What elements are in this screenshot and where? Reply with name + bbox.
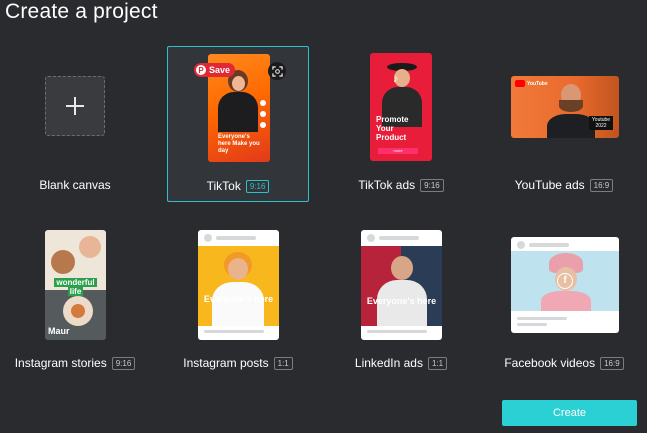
youtube-play-icon — [515, 80, 525, 87]
pinterest-icon: P — [196, 65, 206, 75]
tiktok-ads-thumbnail: ♪ Promote Your Product more — [370, 53, 432, 161]
thumbnail-overlay-text: Everyone's here — [203, 294, 274, 304]
aspect-ratio-badge: 16:9 — [589, 179, 614, 192]
template-tiktok-ads[interactable]: ♪ Promote Your Product more TikTok ads 9:… — [330, 47, 472, 203]
page-title: Create a project — [5, 0, 158, 23]
template-instagram-posts[interactable]: Everyone's here Instagram posts 1:1 — [167, 225, 309, 381]
video-tag: Youtube 2022 — [589, 116, 613, 130]
template-label: Facebook videos — [504, 356, 596, 370]
template-label: Instagram posts — [183, 356, 269, 370]
scan-icon — [271, 65, 283, 77]
template-label: YouTube ads — [514, 178, 585, 192]
visual-search-button[interactable] — [268, 62, 286, 80]
instagram-posts-thumbnail: Everyone's here — [198, 230, 279, 340]
aspect-ratio-badge: 9:16 — [245, 180, 270, 193]
thumbnail-overlay-text: Everyone's here — [366, 296, 437, 306]
template-label: Blank canvas — [39, 178, 111, 192]
blank-canvas-thumbnail[interactable] — [45, 76, 105, 136]
template-linkedin-ads[interactable]: Everyone's here LinkedIn ads 1:1 — [330, 225, 472, 381]
template-youtube-ads[interactable]: YouTube Youtube 2022 YouTube ads 16:9 — [493, 47, 635, 203]
template-tiktok[interactable]: Everyone's here Make you day P Save TikT… — [167, 46, 309, 202]
aspect-ratio-badge: 9:16 — [111, 357, 136, 370]
template-label: Instagram stories — [14, 356, 107, 370]
template-label: TikTok ads — [358, 178, 416, 192]
create-button[interactable]: Create — [502, 400, 637, 426]
thumbnail-overlay-text: wonderful life — [54, 278, 97, 297]
plus-icon — [66, 97, 84, 115]
aspect-ratio-badge: 16:9 — [600, 357, 624, 370]
template-label: TikTok — [206, 179, 241, 193]
youtube-ads-thumbnail: YouTube Youtube 2022 — [511, 76, 619, 138]
pinterest-save-button[interactable]: P Save — [194, 63, 236, 77]
aspect-ratio-badge: 9:16 — [420, 179, 444, 192]
thumbnail-overlay-text: Everyone's here Make you day — [218, 134, 260, 154]
thumbnail-overlay-text: Promote Your Product — [376, 115, 409, 143]
template-blank-canvas[interactable]: Blank canvas — [4, 47, 146, 203]
template-facebook-videos[interactable]: f Facebook videos 16:9 — [493, 225, 635, 381]
linkedin-ads-thumbnail: Everyone's here — [361, 230, 442, 340]
instagram-stories-thumbnail: wonderful life Maur — [45, 230, 106, 340]
template-label: LinkedIn ads — [354, 356, 423, 370]
template-instagram-stories[interactable]: wonderful life Maur Instagram stories 9:1… — [4, 225, 146, 381]
cta-button: more — [378, 148, 418, 154]
youtube-logo: YouTube — [515, 80, 548, 87]
tiktok-logo-icon: ♪ — [393, 73, 399, 85]
aspect-ratio-badge: 1:1 — [427, 357, 448, 370]
facebook-videos-thumbnail: f — [511, 237, 619, 333]
facebook-icon: f — [557, 273, 573, 289]
aspect-ratio-badge: 1:1 — [273, 357, 293, 370]
brand-text: Maur — [48, 326, 70, 336]
